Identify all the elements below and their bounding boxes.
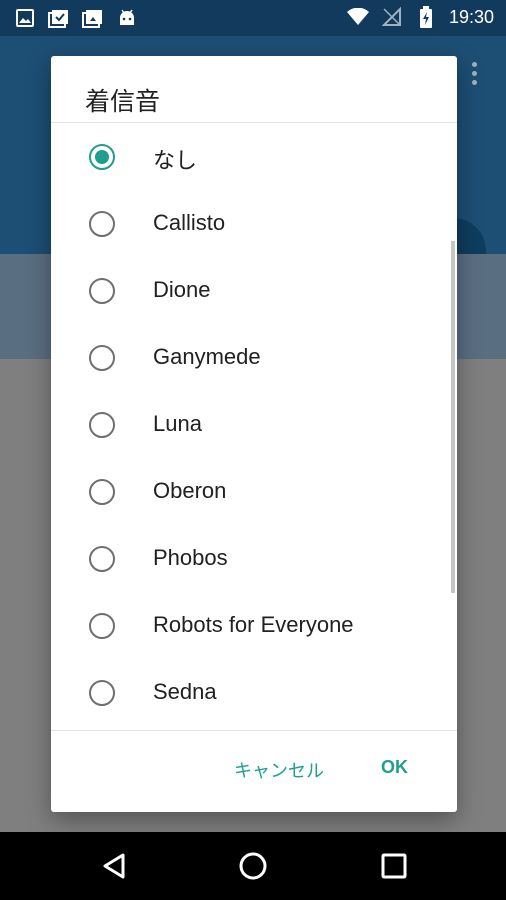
radio-button[interactable]: [89, 278, 115, 304]
ringtone-label: Callisto: [153, 210, 226, 235]
ringtone-label: Dione: [153, 277, 211, 302]
ringtone-list: なし Callisto Dione Ganymede Luna Oberon P…: [51, 123, 457, 786]
ringtone-option[interactable]: Callisto: [51, 190, 451, 257]
ok-button[interactable]: OK: [381, 757, 408, 778]
ringtone-option[interactable]: Robots for Everyone: [51, 592, 451, 659]
ringtone-label: Sedna: [153, 679, 217, 704]
cancel-button[interactable]: キャンセル: [234, 757, 324, 783]
ringtone-label: Luna: [153, 411, 202, 436]
ringtone-label: なし: [153, 148, 198, 173]
radio-button[interactable]: [89, 211, 115, 237]
ringtone-option[interactable]: Phobos: [51, 525, 451, 592]
download-check-icon: [48, 7, 70, 29]
dialog-actions: キャンセル OK: [51, 731, 457, 812]
ringtone-option[interactable]: Dione: [51, 257, 451, 324]
android-icon: [116, 7, 138, 29]
radio-button[interactable]: [89, 412, 115, 438]
image-icon: [14, 7, 36, 29]
back-icon[interactable]: [98, 850, 130, 882]
radio-button[interactable]: [89, 479, 115, 505]
radio-button[interactable]: [89, 546, 115, 572]
scrollbar[interactable]: [451, 241, 455, 593]
radio-button[interactable]: [89, 680, 115, 706]
wifi-icon: [346, 6, 369, 28]
notification-icons: [14, 7, 138, 29]
ringtone-option[interactable]: なし: [51, 123, 451, 190]
ringtone-label: Ganymede: [153, 344, 261, 369]
home-icon[interactable]: [237, 850, 269, 882]
radio-button-selected[interactable]: [89, 144, 115, 170]
ringtone-label: Robots for Everyone: [153, 612, 354, 637]
download-image-icon: [82, 7, 104, 29]
radio-button[interactable]: [89, 345, 115, 371]
ringtone-option[interactable]: Luna: [51, 391, 451, 458]
system-icons: 19:30: [346, 6, 494, 28]
battery-charging-icon: [415, 6, 437, 28]
overflow-menu-icon: [472, 62, 478, 89]
radio-button[interactable]: [89, 613, 115, 639]
no-signal-icon: [381, 6, 403, 28]
navigation-bar: [0, 832, 506, 900]
dialog-title: 着信音: [85, 88, 161, 116]
ringtone-label: Oberon: [153, 478, 227, 503]
status-bar: 19:30: [0, 0, 506, 36]
ringtone-dialog: 着信音 なし Callisto Dione Ganymede Luna Ober…: [51, 56, 457, 812]
ringtone-label: Phobos: [153, 545, 228, 570]
recents-icon[interactable]: [378, 850, 410, 882]
ringtone-option[interactable]: Ganymede: [51, 324, 451, 391]
clock: 19:30: [448, 6, 494, 27]
ringtone-option[interactable]: Oberon: [51, 458, 451, 525]
ringtone-option[interactable]: Sedna: [51, 659, 451, 726]
